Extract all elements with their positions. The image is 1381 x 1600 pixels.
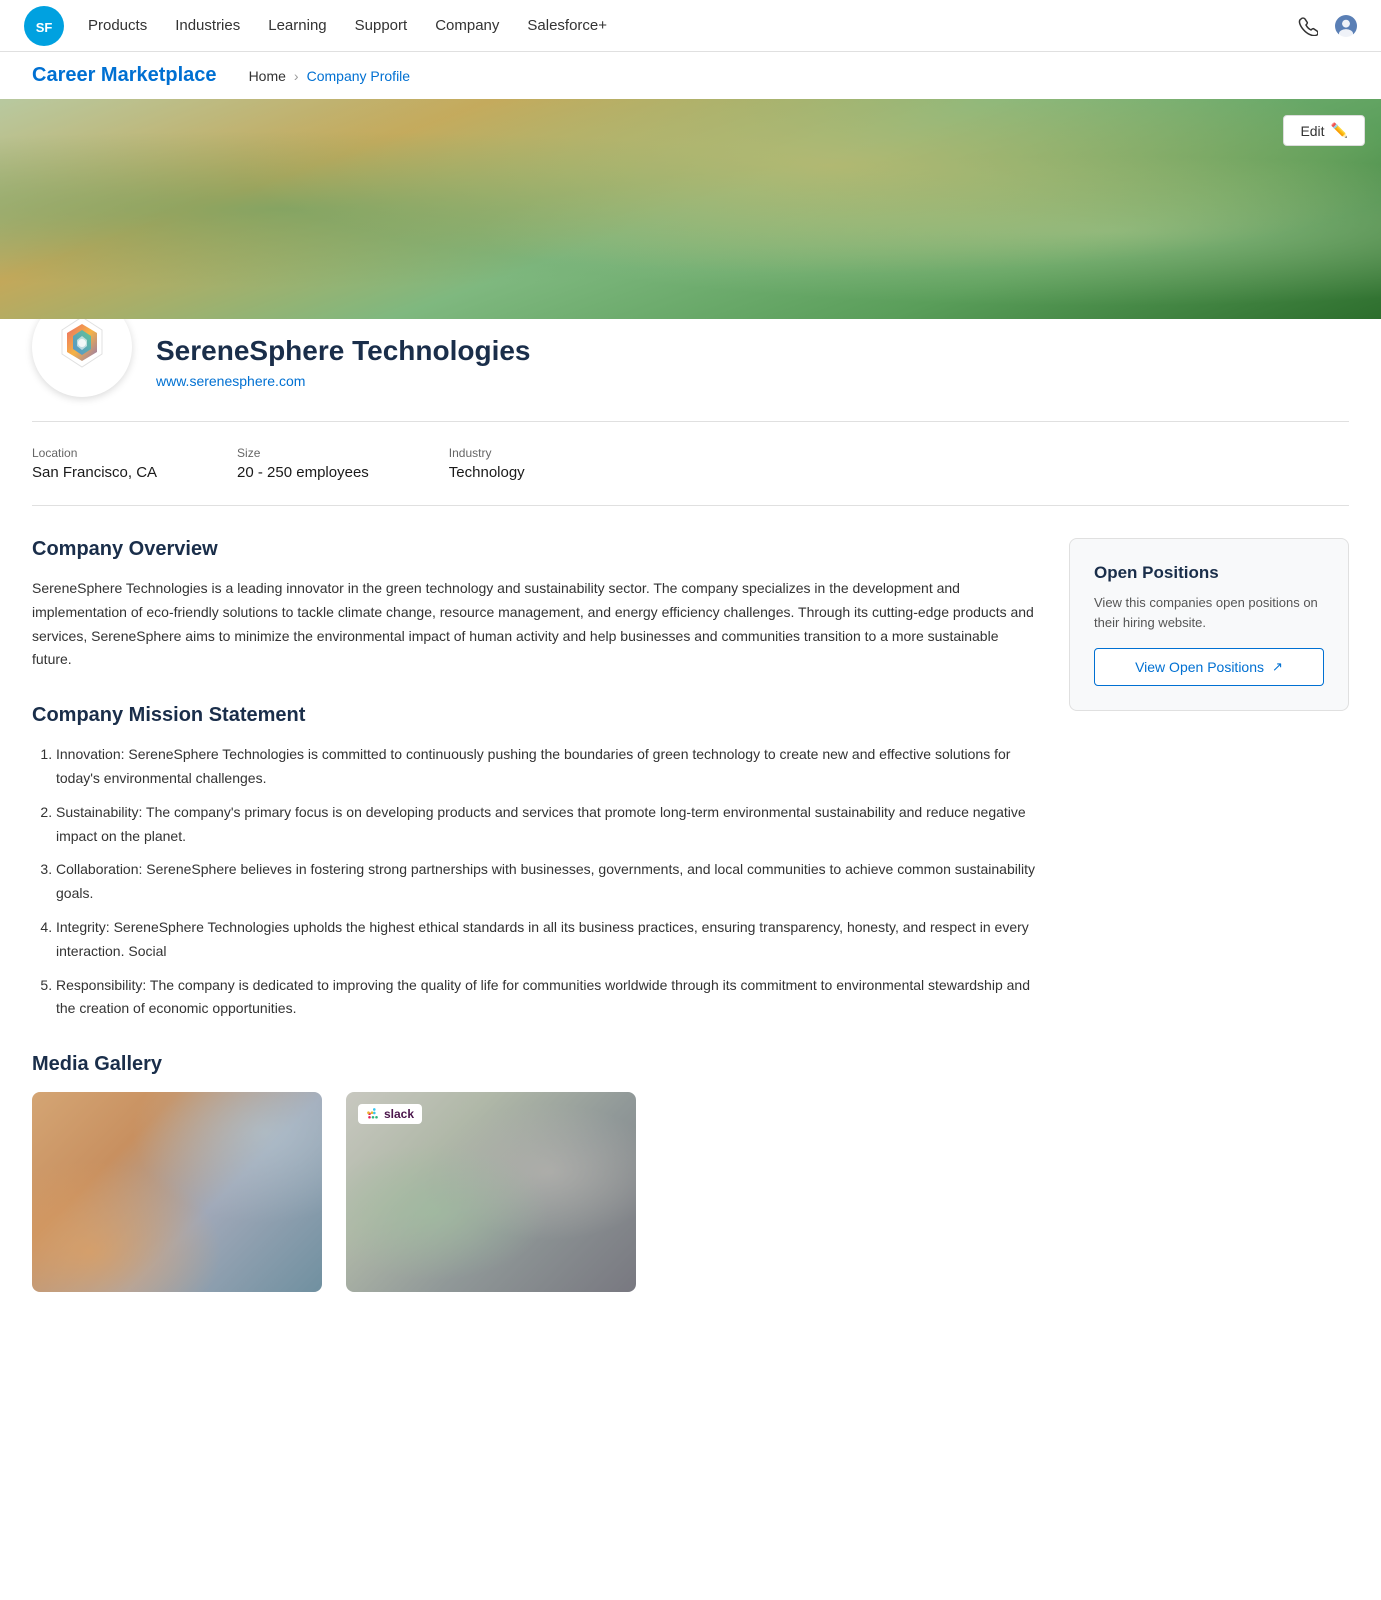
edit-button-label: Edit xyxy=(1300,123,1324,139)
edit-button[interactable]: Edit ✏️ xyxy=(1283,115,1365,146)
size-meta: Size 20 - 250 employees xyxy=(237,446,369,481)
open-positions-card: Open Positions View this companies open … xyxy=(1069,538,1349,711)
profile-section: SereneSphere Technologies www.serenesphe… xyxy=(0,311,1381,422)
salesforce-logo[interactable]: SF xyxy=(24,6,64,46)
company-name: SereneSphere Technologies xyxy=(156,335,531,367)
nav-links: Products Industries Learning Support Com… xyxy=(88,17,1297,34)
content-left: Company Overview SereneSphere Technologi… xyxy=(32,538,1037,1292)
location-meta: Location San Francisco, CA xyxy=(32,446,157,481)
size-value: 20 - 250 employees xyxy=(237,464,369,481)
app-title: Career Marketplace xyxy=(32,64,217,87)
size-label: Size xyxy=(237,446,369,460)
nav-industries[interactable]: Industries xyxy=(175,17,240,34)
list-item: Sustainability: The company's primary fo… xyxy=(56,801,1037,849)
breadcrumb-separator: › xyxy=(294,68,299,84)
hero-banner-image xyxy=(0,99,1381,319)
list-item: Collaboration: SereneSphere believes in … xyxy=(56,858,1037,906)
location-label: Location xyxy=(32,446,157,460)
hero-banner: Edit ✏️ xyxy=(0,99,1381,319)
view-positions-label: View Open Positions xyxy=(1135,659,1264,675)
view-open-positions-button[interactable]: View Open Positions ↗ xyxy=(1094,648,1324,686)
list-item: Innovation: SereneSphere Technologies is… xyxy=(56,743,1037,791)
main-content: Company Overview SereneSphere Technologi… xyxy=(0,506,1381,1324)
nav-company[interactable]: Company xyxy=(435,17,499,34)
media-gallery-section: Media Gallery slack xyxy=(32,1053,1037,1292)
company-overview-title: Company Overview xyxy=(32,538,1037,561)
open-positions-description: View this companies open positions on th… xyxy=(1094,593,1324,632)
industry-meta: Industry Technology xyxy=(449,446,525,481)
breadcrumb-home[interactable]: Home xyxy=(249,68,286,84)
company-website[interactable]: www.serenesphere.com xyxy=(156,373,305,389)
metadata-row: Location San Francisco, CA Size 20 - 250… xyxy=(32,422,1349,506)
external-link-icon: ↗ xyxy=(1272,659,1283,675)
industry-label: Industry xyxy=(449,446,525,460)
location-value: San Francisco, CA xyxy=(32,464,157,481)
nav-support[interactable]: Support xyxy=(355,17,408,34)
open-positions-title: Open Positions xyxy=(1094,563,1324,583)
navigation: SF Products Industries Learning Support … xyxy=(0,0,1381,52)
profile-header: SereneSphere Technologies www.serenesphe… xyxy=(32,311,1349,422)
industry-value: Technology xyxy=(449,464,525,481)
nav-right xyxy=(1297,15,1357,37)
media-thumbnail-1 xyxy=(32,1092,322,1292)
mission-title: Company Mission Statement xyxy=(32,704,1037,727)
breadcrumb-bar: Career Marketplace Home › Company Profil… xyxy=(0,52,1381,99)
breadcrumb-current: Company Profile xyxy=(307,68,411,84)
media-thumbnail-2: slack xyxy=(346,1092,636,1292)
mission-list: Innovation: SereneSphere Technologies is… xyxy=(32,743,1037,1021)
svg-text:SF: SF xyxy=(36,19,53,34)
phone-icon[interactable] xyxy=(1297,15,1319,37)
edit-pencil-icon: ✏️ xyxy=(1331,122,1348,139)
media-gallery-title: Media Gallery xyxy=(32,1053,1037,1076)
company-info: SereneSphere Technologies www.serenesphe… xyxy=(156,327,531,389)
list-item: Integrity: SereneSphere Technologies uph… xyxy=(56,916,1037,964)
user-avatar-icon[interactable] xyxy=(1335,15,1357,37)
nav-products[interactable]: Products xyxy=(88,17,147,34)
company-logo xyxy=(47,312,117,382)
content-right: Open Positions View this companies open … xyxy=(1069,538,1349,1292)
nav-learning[interactable]: Learning xyxy=(268,17,326,34)
media-grid: slack xyxy=(32,1092,1037,1292)
nav-salesforce-plus[interactable]: Salesforce+ xyxy=(527,17,607,34)
company-overview-text: SereneSphere Technologies is a leading i… xyxy=(32,577,1037,672)
list-item: Responsibility: The company is dedicated… xyxy=(56,974,1037,1022)
